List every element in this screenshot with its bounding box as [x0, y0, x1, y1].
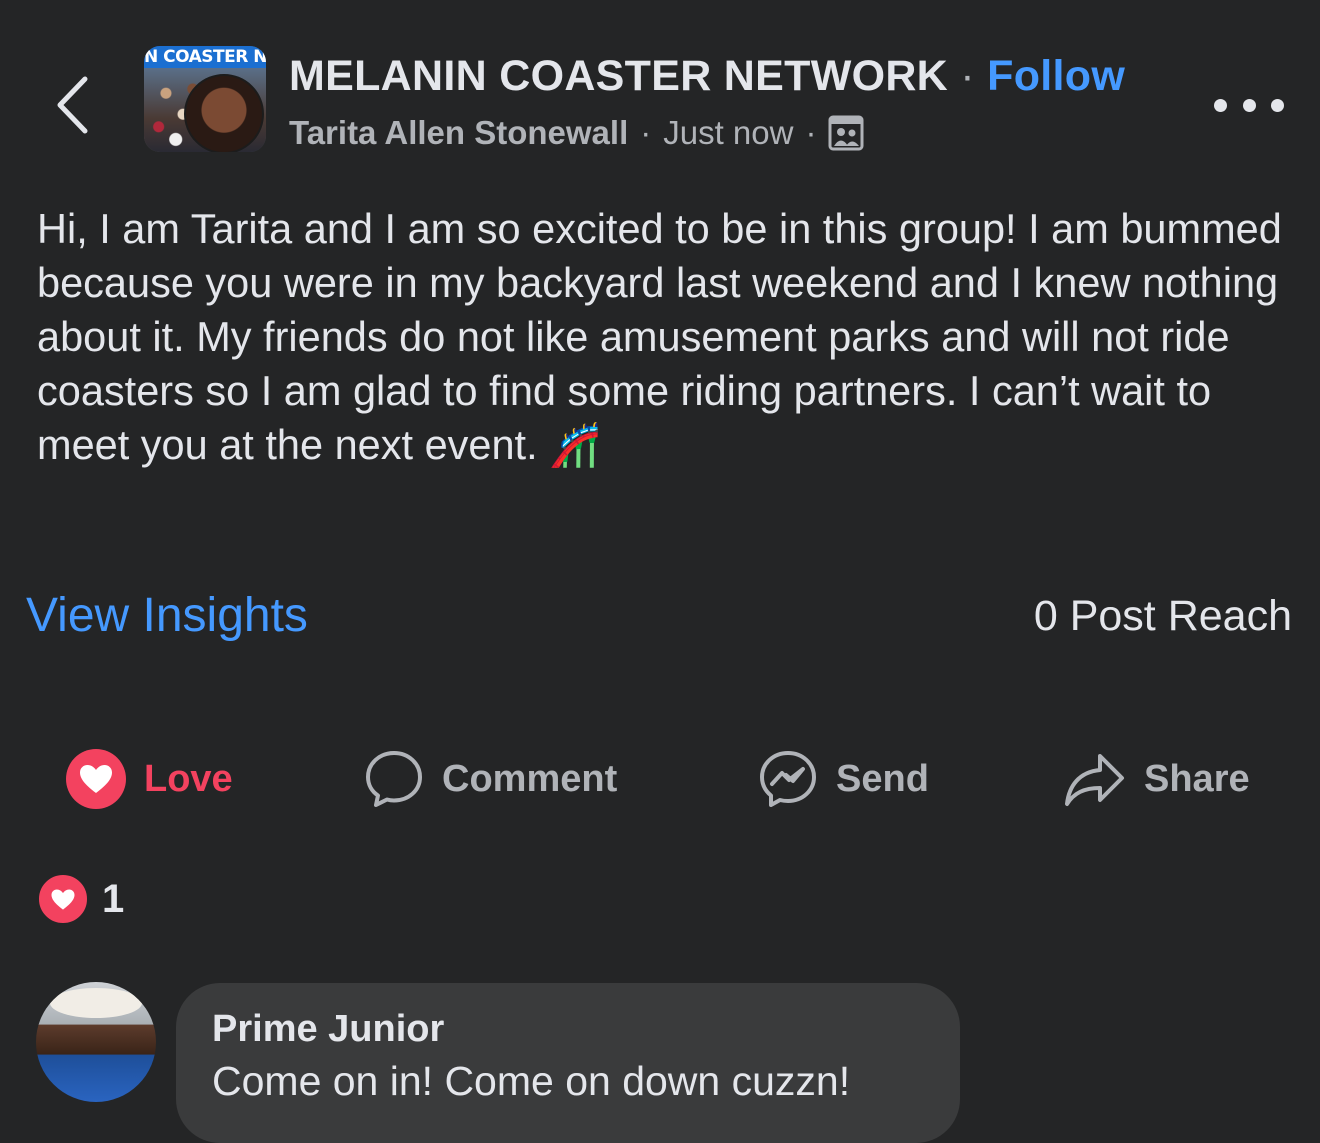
more-options-button[interactable] — [1214, 88, 1284, 122]
send-label: Send — [836, 757, 929, 800]
share-icon — [1065, 754, 1124, 806]
post-body: Hi, I am Tarita and I am so excited to b… — [37, 202, 1297, 472]
view-insights-link[interactable]: View Insights — [26, 588, 308, 643]
comment-author[interactable]: Prime Junior — [212, 1008, 444, 1051]
roller-coaster-emoji: 🎢 — [549, 421, 601, 468]
post-reach: 0 Post Reach — [1033, 592, 1292, 640]
follow-button[interactable]: Follow — [987, 52, 1125, 100]
more-options-icon — [1271, 98, 1284, 112]
post-meta: Tarita Allen Stonewall · Just now · — [289, 114, 864, 152]
separator: · — [960, 52, 975, 100]
separator: · — [805, 114, 817, 151]
avatar-banner-text: N COASTER NE — [144, 46, 266, 68]
heart-icon — [66, 749, 126, 809]
author-avatar — [184, 74, 264, 152]
comment-label: Comment — [442, 757, 618, 800]
post-header-title: MELANIN COASTER NETWORK · Follow — [289, 52, 1125, 101]
share-button[interactable]: Share — [1064, 744, 1250, 814]
author-name[interactable]: Tarita Allen Stonewall — [289, 114, 628, 152]
send-button[interactable]: Send — [758, 744, 929, 814]
share-label: Share — [1144, 757, 1250, 800]
comment-icon — [366, 751, 422, 807]
back-button[interactable] — [42, 70, 102, 140]
more-options-icon — [1242, 98, 1256, 112]
more-options-icon — [1214, 98, 1227, 112]
group-avatar[interactable]: N COASTER NE — [144, 46, 266, 152]
group-members-icon — [828, 115, 864, 151]
reaction-summary[interactable]: 1 — [36, 872, 124, 926]
post-text: Hi, I am Tarita and I am so excited to b… — [37, 205, 1282, 468]
group-name-link[interactable]: MELANIN COASTER NETWORK — [289, 52, 948, 100]
love-label: Love — [144, 757, 233, 800]
chevron-left-icon — [57, 76, 88, 134]
heart-reaction-icon — [36, 872, 90, 926]
comment-button[interactable]: Comment — [364, 744, 617, 814]
messenger-icon — [760, 751, 816, 807]
avatar-hat — [50, 988, 142, 1018]
love-button[interactable]: Love — [66, 744, 233, 814]
comment-text: Come on in! Come on down cuzzn! — [212, 1058, 851, 1104]
timestamp[interactable]: Just now — [663, 114, 793, 152]
reaction-count: 1 — [102, 876, 125, 921]
commenter-avatar[interactable] — [36, 982, 156, 1102]
separator: · — [640, 114, 652, 151]
